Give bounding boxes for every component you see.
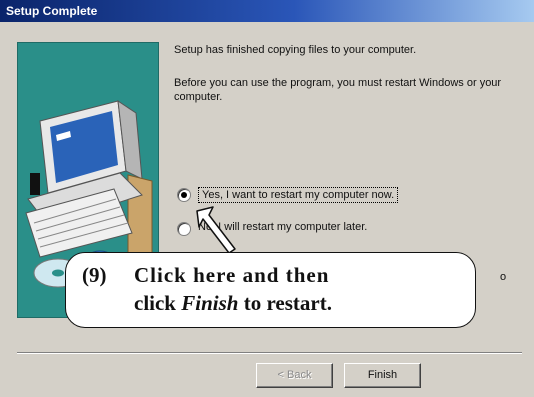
restart-later-radio[interactable] bbox=[177, 222, 191, 236]
back-button[interactable]: < Back bbox=[256, 363, 333, 388]
finish-button[interactable]: Finish bbox=[344, 363, 421, 388]
hidden-note-tail: o bbox=[500, 271, 507, 283]
computer-illustration-icon bbox=[25, 99, 153, 270]
callout-line-2-prefix: click bbox=[134, 291, 182, 315]
setup-complete-dialog: Setup Complete Setup has finished copyin… bbox=[0, 0, 534, 397]
restart-now-label[interactable]: Yes, I want to restart my computer now. bbox=[198, 187, 399, 203]
callout-finish-emphasis: Finish bbox=[181, 291, 239, 315]
callout-line-2-suffix: to restart. bbox=[238, 291, 332, 315]
window-title: Setup Complete bbox=[6, 4, 98, 18]
button-separator bbox=[17, 352, 522, 354]
restart-now-radio[interactable] bbox=[177, 188, 191, 202]
restart-message: Before you can use the program, you must… bbox=[174, 77, 502, 103]
callout-line-2: click Finish to restart. bbox=[134, 291, 332, 316]
pointer-arrow-icon bbox=[196, 206, 236, 254]
callout-line-1: Click here and then bbox=[134, 263, 330, 287]
instruction-callout: (9) Click here and then click Finish to … bbox=[65, 252, 476, 328]
title-bar: Setup Complete bbox=[0, 0, 534, 22]
callout-step-number: (9) bbox=[82, 263, 107, 287]
finished-message: Setup has finished copying files to your… bbox=[174, 44, 417, 56]
